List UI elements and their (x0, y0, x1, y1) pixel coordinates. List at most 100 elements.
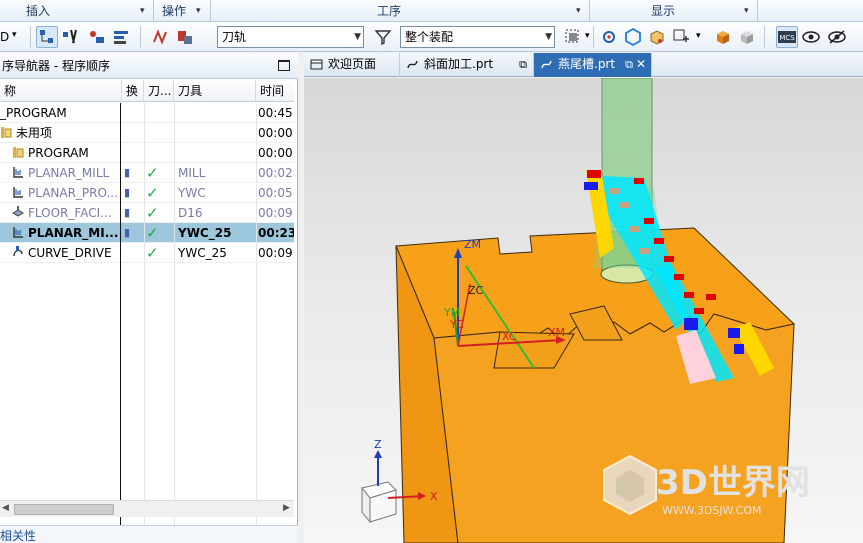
shaded-view-button[interactable] (712, 26, 734, 48)
table-row[interactable]: _PROGRAM 00:45: (0, 103, 294, 123)
table-row[interactable]: PLANAR_PRO... ▮ ✓ YWC 00:05: (0, 183, 294, 203)
tab-welcome[interactable]: 欢迎页面 (304, 53, 400, 77)
ribbon-divider (757, 0, 758, 22)
time-cell: 00:45: (258, 106, 294, 120)
toolbar-combo-fragment[interactable]: D (0, 30, 9, 44)
geometry-view-icon (90, 31, 104, 43)
check-icon: ✓ (146, 224, 159, 242)
check-icon: ✓ (146, 244, 159, 262)
curve-drive-icon (13, 246, 23, 257)
maximize-icon[interactable] (278, 60, 290, 71)
graphics-viewport[interactable]: ZM ZC YM YC XC XM Z X 3D世界网 WWW.3DSJW.CO… (304, 78, 863, 543)
verify-toolpath-button[interactable] (174, 26, 196, 48)
table-row[interactable]: 未用项 00:00: (0, 123, 294, 143)
tool-change-icon: ▮ (124, 186, 131, 199)
close-icon[interactable]: ✕ (636, 53, 646, 76)
column-toolpath-header[interactable]: 刀... (144, 80, 174, 102)
column-divider (256, 103, 257, 543)
external-link-icon[interactable]: ⧉ (625, 53, 633, 76)
generate-toolpath-button[interactable] (150, 26, 172, 48)
floor-facing-icon (12, 206, 24, 217)
table-row[interactable]: FLOOR_FACI... ▮ ✓ D16 00:09: (0, 203, 294, 223)
column-change-header[interactable]: 换 (122, 80, 144, 102)
tool-name-cell (178, 143, 256, 163)
column-name-header[interactable]: 称 (0, 80, 122, 102)
point-select-button[interactable] (670, 26, 692, 48)
machine-tool-view-button[interactable] (60, 26, 82, 48)
horizontal-scrollbar[interactable]: ◀ ▶ (0, 500, 294, 517)
svg-text:MCS: MCS (779, 34, 795, 42)
table-row[interactable]: PLANAR_MILL ▮ ✓ MILL 00:02: (0, 163, 294, 183)
mcs-icon: MCS (778, 31, 796, 43)
column-tool-header[interactable]: 刀具 (174, 80, 256, 102)
chevron-down-icon[interactable]: ▾ (696, 31, 701, 41)
snap-point-button[interactable] (598, 26, 620, 48)
navigator-title-bar: 序导航器 - 程序顺序 (0, 53, 298, 79)
main-toolbar: D ▾ 刀轨 ▼ 整个装配 ▼ ▾ ▾ MCS (0, 22, 863, 52)
table-row[interactable]: PLANAR_MI... ▮ ✓ YWC_25 00:23: (0, 223, 294, 243)
operation-name-cell: PROGRAM (0, 143, 120, 163)
table-row[interactable]: PROGRAM 00:00: (0, 143, 294, 163)
chevron-down-icon[interactable]: ▾ (196, 3, 201, 19)
face-select-button[interactable] (646, 26, 668, 48)
external-link-icon[interactable]: ⧉ (519, 53, 527, 76)
tool-change-icon (124, 143, 144, 163)
view-axis-label-x: X (430, 490, 438, 503)
operation-name-cell: PLANAR_MI... (0, 223, 120, 243)
tab-bevel-part[interactable]: 斜面加工.prt ⧉ (400, 53, 534, 77)
chevron-down-icon[interactable]: ▾ (12, 30, 17, 40)
method-view-button[interactable] (110, 26, 132, 48)
tool-name-cell: MILL (178, 166, 206, 180)
filter-button[interactable] (372, 26, 394, 48)
operation-name-cell: PLANAR_PRO... (0, 183, 120, 203)
tool-change-icon (124, 243, 144, 263)
cube-face-icon (650, 30, 664, 45)
time-cell: 00:23: (258, 226, 294, 240)
scrollbar-thumb[interactable] (14, 504, 114, 515)
planar-mill-icon (13, 187, 23, 198)
axis-label-zc: ZC (468, 284, 484, 297)
time-cell: 00:02: (258, 166, 294, 180)
tool-name-cell: YWC (178, 186, 206, 200)
ribbon-group-operation[interactable]: 操作 (162, 3, 186, 19)
ribbon-group-insert[interactable]: 插入 (26, 3, 50, 19)
chevron-down-icon: ▼ (545, 32, 552, 42)
toolpath-filter-select[interactable]: 刀轨 ▼ (217, 26, 364, 48)
show-mcs-button[interactable]: MCS (776, 26, 798, 48)
chevron-down-icon[interactable]: ▾ (140, 3, 145, 19)
cad-scene[interactable]: ZM ZC YM YC XC XM Z X 3D世界网 WWW.3DSJW.CO… (304, 78, 863, 543)
folder-icon (13, 147, 24, 158)
ribbon-divider (153, 0, 154, 22)
tab-dovetail-part[interactable]: 燕尾槽.prt ⧉ ✕ (534, 53, 652, 77)
table-row[interactable]: CURVE_DRIVE ✓ YWC_25 00:09: (0, 243, 294, 263)
hexagon-select-button[interactable] (622, 26, 644, 48)
ribbon-group-display[interactable]: 显示 (651, 3, 675, 19)
operation-name: PLANAR_MILL (28, 166, 110, 180)
scroll-right-icon[interactable]: ▶ (283, 503, 290, 513)
toolbar-divider (30, 26, 31, 48)
tab-label: 燕尾槽.prt (558, 57, 616, 71)
column-time-header[interactable]: 时间 (256, 80, 294, 102)
wireframe-view-button[interactable] (736, 26, 758, 48)
column-divider (144, 103, 145, 543)
operation-name: 未用项 (16, 126, 53, 140)
dependencies-panel-header[interactable]: 相关性 (0, 525, 298, 543)
chevron-down-icon[interactable]: ▾ (585, 31, 590, 41)
folder-icon (1, 127, 12, 138)
show-toolpath-button[interactable] (800, 26, 822, 48)
assembly-scope-value: 整个装配 (405, 30, 454, 44)
chevron-down-icon[interactable]: ▾ (576, 3, 581, 19)
assembly-scope-select[interactable]: 整个装配 ▼ (400, 26, 555, 48)
scroll-left-icon[interactable]: ◀ (2, 503, 9, 513)
geometry-view-button[interactable] (86, 26, 108, 48)
funnel-icon (374, 30, 392, 46)
operation-name: FLOOR_FACI... (28, 206, 112, 220)
hide-toolpath-button[interactable] (826, 26, 848, 48)
planar-mill-icon (13, 167, 23, 178)
chevron-down-icon[interactable]: ▾ (744, 3, 749, 19)
selection-filter-button[interactable] (562, 26, 584, 48)
check-icon: ✓ (146, 184, 159, 202)
ribbon-group-process[interactable]: 工序 (377, 3, 401, 19)
program-order-view-button[interactable] (36, 26, 58, 48)
document-tabs: 欢迎页面 斜面加工.prt ⧉ 燕尾槽.prt ⧉ ✕ (304, 53, 863, 77)
